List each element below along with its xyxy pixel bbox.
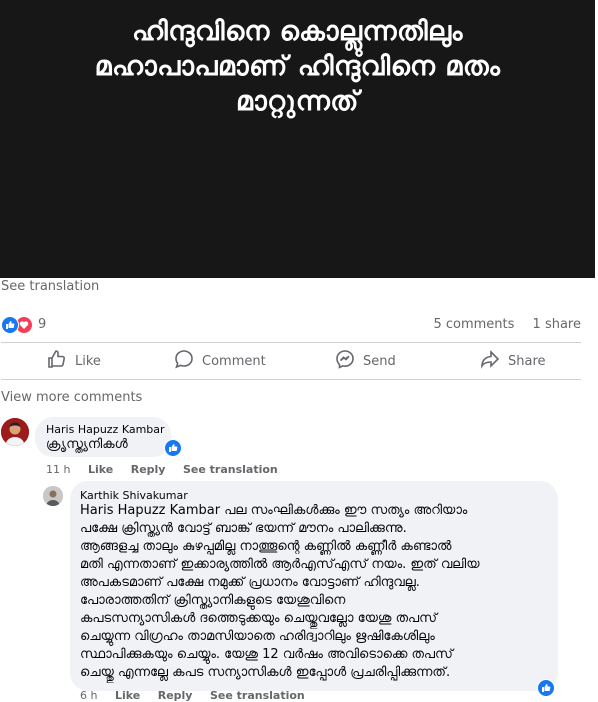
post-image-text: ഹിന്ദുവിനെ കൊല്ലുന്നതിലും മഹാപാപമാണ് ഹിന… <box>94 16 501 117</box>
reply-bubble: Karthik Shivakumar Haris Hapuzz Kambar പ… <box>70 481 558 697</box>
reply-time[interactable]: 6 h <box>80 689 97 702</box>
like-icon <box>1 316 19 334</box>
avatar[interactable] <box>1 418 29 446</box>
post-action-bar: Like Comment Send Share <box>1 343 581 379</box>
reactions-summary: 9 5 comments 1 share <box>1 314 581 336</box>
reply-text: Haris Hapuzz Kambar പല സംഘികൾക്കും ഈ സത്… <box>80 502 552 682</box>
reaction-count[interactable]: 9 <box>38 317 46 332</box>
post-image[interactable]: ഹിന്ദുവിനെ കൊല്ലുന്നതിലും മഹാപാപമാണ് ഹിന… <box>0 0 595 278</box>
mention-link[interactable]: Haris Hapuzz Kambar <box>80 503 220 518</box>
view-more-comments-link[interactable]: View more comments <box>1 390 142 405</box>
comment-like-reaction-icon[interactable] <box>164 439 182 457</box>
share-icon <box>480 349 500 373</box>
comment-icon <box>174 349 194 373</box>
reply-like-reaction-icon[interactable] <box>537 679 555 697</box>
comment-actions: 11 h Like Reply See translation <box>46 463 292 476</box>
reply-body: പല സംഘികൾക്കും ഈ സത്യം അറിയാം പക്ഷേ ക്രി… <box>80 503 480 680</box>
divider <box>1 379 581 380</box>
comment-button[interactable]: Comment <box>174 343 266 379</box>
reply-actions: 6 h Like Reply See translation <box>80 689 319 702</box>
comments-count[interactable]: 5 comments <box>433 317 514 332</box>
comment-see-translation[interactable]: See translation <box>183 463 278 476</box>
shares-count[interactable]: 1 share <box>533 317 581 332</box>
reaction-icons[interactable] <box>1 316 35 334</box>
reply-reply-button[interactable]: Reply <box>158 689 193 702</box>
reply-author[interactable]: Karthik Shivakumar <box>80 489 188 502</box>
comment-time[interactable]: 11 h <box>46 463 70 476</box>
reply-like-button[interactable]: Like <box>115 689 140 702</box>
like-label: Like <box>75 353 101 369</box>
see-translation-link[interactable]: See translation <box>1 279 99 294</box>
messenger-icon <box>335 349 355 373</box>
share-button[interactable]: Share <box>480 343 546 379</box>
send-label: Send <box>363 353 396 369</box>
avatar[interactable] <box>43 486 63 506</box>
reply-see-translation[interactable]: See translation <box>210 689 305 702</box>
thumbs-up-icon <box>47 349 67 373</box>
comment-author[interactable]: Haris Hapuzz Kambar <box>46 423 165 436</box>
comment-label: Comment <box>202 353 266 369</box>
share-label: Share <box>508 353 546 369</box>
send-button[interactable]: Send <box>335 343 396 379</box>
post-meta: 5 comments 1 share <box>419 317 581 332</box>
comment-like-button[interactable]: Like <box>88 463 113 476</box>
comment-bubble: Haris Hapuzz Kambar ക്രൃസ്ത്യനികൾ <box>35 417 182 457</box>
comment-reply-button[interactable]: Reply <box>131 463 166 476</box>
like-button[interactable]: Like <box>47 343 101 379</box>
comment-text: ക്രൃസ്ത്യനികൾ <box>46 437 128 452</box>
